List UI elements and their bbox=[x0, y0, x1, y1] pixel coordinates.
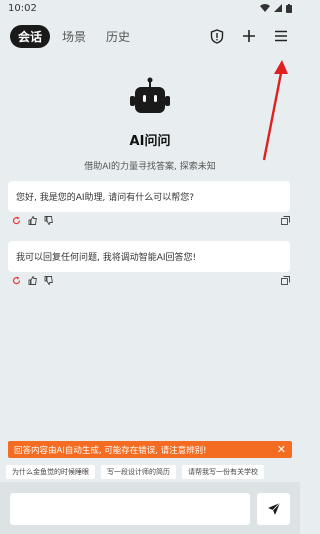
disclaimer-banner: 回答内容由AI自动生成, 可能存在错误, 请注意辨别! ✕ bbox=[8, 441, 292, 458]
shield-button[interactable] bbox=[208, 27, 226, 45]
wifi-icon bbox=[260, 4, 270, 12]
hero-title: AI问问 bbox=[129, 134, 171, 149]
message-actions bbox=[12, 274, 290, 286]
hero-subtitle: 借助AI的力量寻找答案, 探索未知 bbox=[84, 162, 216, 172]
status-icons bbox=[260, 3, 292, 13]
message-text: 您好, 我是您的AI助理, 请问有什么可以帮您? bbox=[16, 193, 195, 203]
suggestion-chip[interactable]: 请帮我写一份有关学校 bbox=[182, 465, 264, 479]
message-bubble: 我可以回复任何问题, 我将调动智能AI回答您! bbox=[8, 241, 290, 272]
menu-icon bbox=[275, 30, 287, 42]
refresh-icon[interactable] bbox=[12, 276, 21, 285]
input-bar bbox=[0, 482, 300, 534]
banner-text: 回答内容由AI自动生成, 可能存在错误, 请注意辨别! bbox=[14, 445, 207, 456]
refresh-icon[interactable] bbox=[12, 216, 21, 225]
send-icon bbox=[267, 502, 280, 515]
suggestion-chips: 为什么金鱼觉的时候睡眼 写一段设计师的简历 请帮我写一份有关学校 bbox=[6, 465, 300, 479]
message-bubble: 您好, 我是您的AI助理, 请问有什么可以帮您? bbox=[8, 181, 290, 212]
tab-chat[interactable]: 会话 bbox=[10, 24, 51, 48]
tab-scenes[interactable]: 场景 bbox=[54, 25, 94, 48]
copy-icon[interactable] bbox=[281, 275, 290, 285]
battery-icon bbox=[286, 3, 292, 13]
add-button[interactable] bbox=[240, 27, 258, 45]
suggestion-chip[interactable]: 为什么金鱼觉的时候睡眼 bbox=[6, 465, 95, 479]
hero: AI问问 借助AI的力量寻找答案, 探索未知 bbox=[0, 76, 300, 172]
shield-icon bbox=[210, 28, 224, 44]
status-time: 10:02 bbox=[8, 2, 37, 14]
thumbs-up-icon[interactable] bbox=[28, 215, 37, 225]
send-button[interactable] bbox=[257, 493, 290, 525]
message-actions bbox=[12, 214, 290, 226]
thumbs-down-icon[interactable] bbox=[44, 215, 53, 225]
thumbs-down-icon[interactable] bbox=[44, 275, 53, 285]
suggestion-chip[interactable]: 写一段设计师的简历 bbox=[101, 465, 176, 479]
menu-button[interactable] bbox=[272, 27, 290, 45]
robot-icon bbox=[128, 76, 172, 120]
copy-icon[interactable] bbox=[281, 215, 290, 225]
message-input[interactable] bbox=[10, 493, 250, 525]
top-bar: 会话 场景 历史 bbox=[0, 22, 300, 50]
top-actions bbox=[208, 27, 290, 45]
status-bar: 10:02 bbox=[0, 0, 300, 16]
close-icon[interactable]: ✕ bbox=[277, 443, 286, 456]
signal-icon bbox=[274, 4, 282, 12]
tab-history[interactable]: 历史 bbox=[98, 25, 138, 48]
thumbs-up-icon[interactable] bbox=[28, 275, 37, 285]
plus-icon bbox=[243, 30, 255, 42]
message-text: 我可以回复任何问题, 我将调动智能AI回答您! bbox=[16, 253, 197, 263]
